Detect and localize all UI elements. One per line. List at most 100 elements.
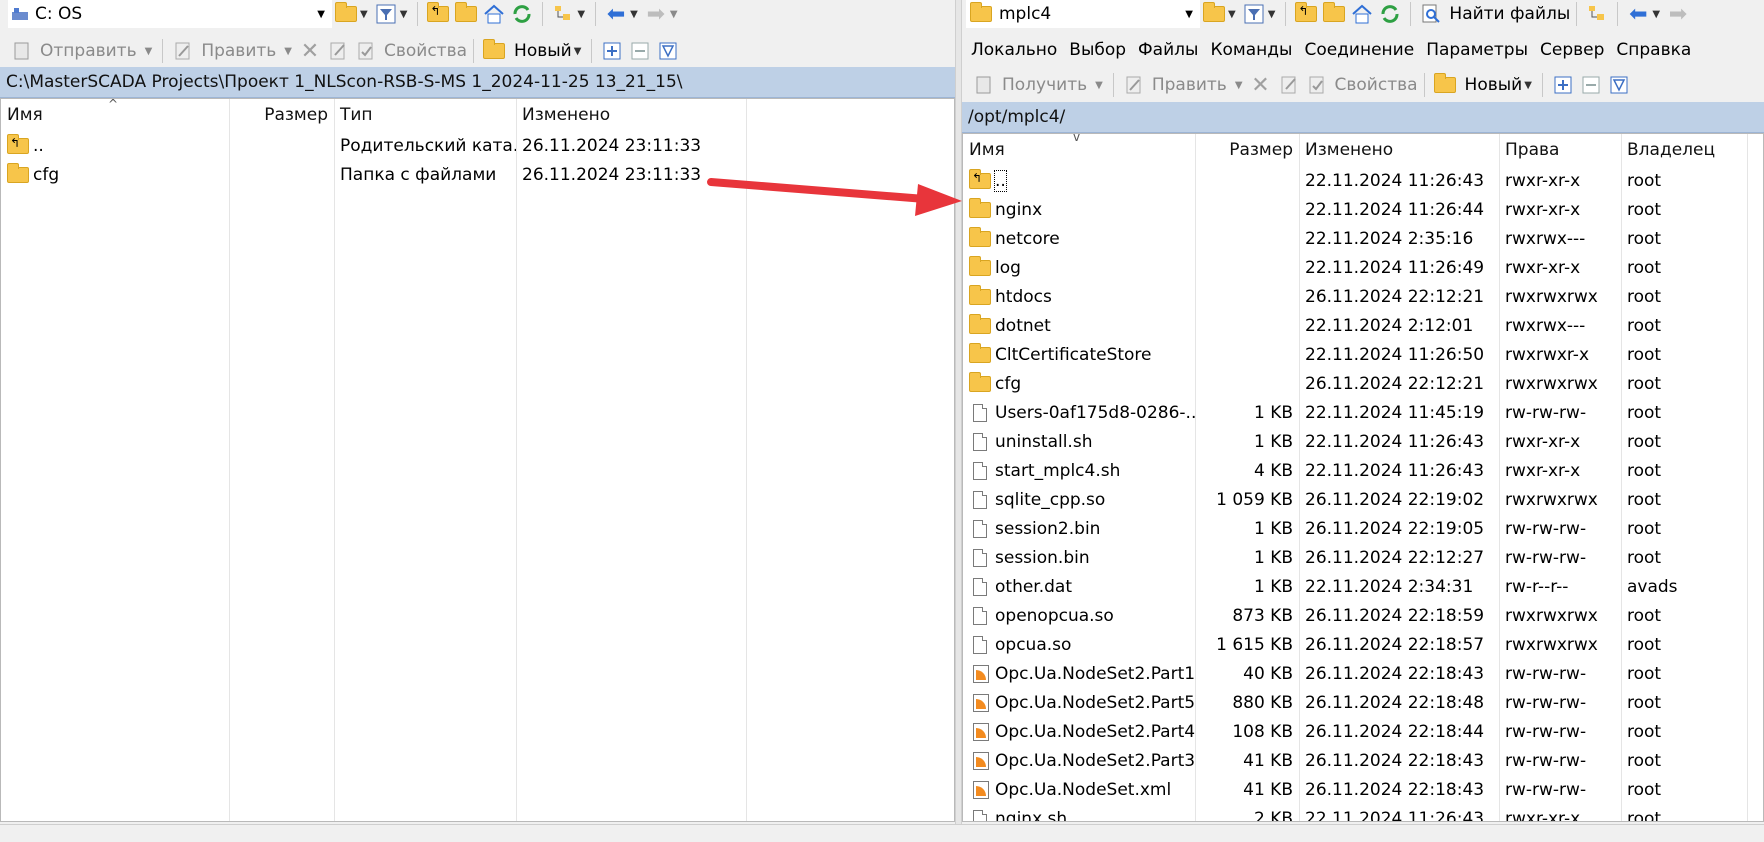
local-file-list[interactable]: Имя Размер Тип Изменено ^ .. Родительский… bbox=[0, 98, 955, 822]
refresh-icon[interactable] bbox=[510, 2, 534, 26]
new-button[interactable]: Новый bbox=[514, 41, 572, 61]
table-row[interactable]: session2.bin 1 KB 26.11.2024 22:19:05 rw-rw… bbox=[963, 514, 1763, 543]
select-plus-icon[interactable] bbox=[600, 39, 624, 63]
menu-options[interactable]: Параметры bbox=[1426, 40, 1528, 60]
root-directory-icon[interactable] bbox=[1322, 2, 1346, 26]
remote-file-list[interactable]: Имя Размер Изменено Права Владелец v .. 2… bbox=[962, 133, 1764, 822]
local-drive-select[interactable]: C: OS ▼ bbox=[8, 0, 332, 28]
column-header-owner[interactable]: Владелец bbox=[1621, 134, 1747, 166]
table-row[interactable]: Opc.Ua.NodeSet2.Part5... 880 KB 26.11.2024… bbox=[963, 688, 1763, 717]
menu-local[interactable]: Локально bbox=[971, 40, 1057, 60]
edit-button[interactable]: Править bbox=[201, 41, 276, 61]
file-rights-text: rw-rw-rw- bbox=[1505, 663, 1587, 684]
properties-button[interactable]: Свойства bbox=[1335, 75, 1418, 95]
chevron-down-icon[interactable]: ▼ bbox=[1652, 9, 1660, 20]
parent-directory-icon[interactable] bbox=[426, 2, 450, 26]
rename-icon[interactable] bbox=[326, 39, 350, 63]
table-row[interactable]: htdocs 26.11.2024 22:12:21 rwxrwxrwx root bbox=[963, 282, 1763, 311]
chevron-down-icon[interactable]: ▼ bbox=[574, 46, 582, 57]
select-minus-icon[interactable] bbox=[1579, 73, 1603, 97]
table-row[interactable]: nginx.sh 2 KB 22.11.2024 11:26:43 rwxr-xr-x… bbox=[963, 804, 1763, 821]
table-row[interactable]: dotnet 22.11.2024 2:12:01 rwxrwx--- root bbox=[963, 311, 1763, 340]
parent-directory-icon[interactable] bbox=[1294, 2, 1318, 26]
menu-files[interactable]: Файлы bbox=[1138, 40, 1198, 60]
forward-arrow-icon[interactable]: ➡ bbox=[1666, 2, 1690, 27]
table-row[interactable]: other.dat 1 KB 22.11.2024 2:34:31 rw-r--r--… bbox=[963, 572, 1763, 601]
table-row[interactable]: opcua.so 1 615 KB 26.11.2024 22:18:57 rwxrw… bbox=[963, 630, 1763, 659]
root-directory-icon[interactable] bbox=[454, 2, 478, 26]
menu-server[interactable]: Сервер bbox=[1540, 40, 1604, 60]
find-files-button[interactable]: Найти файлы bbox=[1449, 4, 1570, 24]
panel-splitter[interactable] bbox=[955, 0, 962, 841]
column-header-rights[interactable]: Права bbox=[1499, 134, 1621, 166]
select-minus-icon[interactable] bbox=[628, 39, 652, 63]
table-row[interactable]: cfg 26.11.2024 22:12:21 rwxrwxrwx root bbox=[963, 369, 1763, 398]
chevron-down-icon[interactable]: ▼ bbox=[670, 9, 678, 20]
table-row[interactable]: CltCertificateStore 22.11.2024 11:26:50 rw… bbox=[963, 340, 1763, 369]
delete-icon[interactable]: ✕ bbox=[1249, 73, 1273, 98]
chevron-down-icon[interactable]: ▼ bbox=[400, 9, 408, 20]
table-row[interactable]: openopcua.so 873 KB 26.11.2024 22:18:59 rwx… bbox=[963, 601, 1763, 630]
download-button[interactable]: Получить bbox=[1002, 75, 1087, 95]
file-modified-text: 26.11.2024 22:19:05 bbox=[1305, 518, 1485, 539]
chevron-down-icon[interactable]: ▼ bbox=[145, 46, 153, 57]
delete-icon[interactable]: ✕ bbox=[298, 39, 322, 64]
menu-session[interactable]: Соединение bbox=[1304, 40, 1414, 60]
menu-commands[interactable]: Команды bbox=[1210, 40, 1292, 60]
home-icon[interactable] bbox=[482, 2, 506, 26]
table-row[interactable]: Opc.Ua.NodeSet2.Part1... 40 KB 26.11.2024 … bbox=[963, 659, 1763, 688]
table-row[interactable]: netcore 22.11.2024 2:35:16 rwxrwx--- root bbox=[963, 224, 1763, 253]
refresh-icon[interactable] bbox=[1378, 2, 1402, 26]
chevron-down-icon[interactable]: ▼ bbox=[1524, 80, 1532, 91]
column-header-type[interactable]: Тип bbox=[334, 99, 516, 131]
table-row[interactable]: .. Родительский ката... 26.11.2024 23:11:3… bbox=[1, 131, 954, 160]
table-row[interactable]: Users-0af175d8-0286-... 1 KB 22.11.2024 11… bbox=[963, 398, 1763, 427]
chevron-down-icon[interactable]: ▼ bbox=[284, 46, 292, 57]
rename-icon[interactable] bbox=[1277, 73, 1301, 97]
table-row[interactable]: .. 22.11.2024 11:26:43 rwxr-xr-x root bbox=[963, 166, 1763, 195]
new-button[interactable]: Новый bbox=[1465, 75, 1523, 95]
chevron-down-icon[interactable]: ▼ bbox=[577, 9, 585, 20]
chevron-down-icon[interactable]: ▼ bbox=[630, 9, 638, 20]
table-row[interactable]: Opc.Ua.NodeSet2.Part3... 41 KB 26.11.2024 … bbox=[963, 746, 1763, 775]
tree-view-icon[interactable] bbox=[551, 2, 575, 26]
table-row[interactable]: Opc.Ua.NodeSet2.Part4... 108 KB 26.11.2024… bbox=[963, 717, 1763, 746]
chevron-down-icon[interactable]: ▼ bbox=[1095, 80, 1103, 91]
open-folder-icon[interactable] bbox=[1202, 2, 1226, 26]
select-filter-icon[interactable] bbox=[1607, 73, 1631, 97]
table-row[interactable]: nginx 22.11.2024 11:26:44 rwxr-xr-x root bbox=[963, 195, 1763, 224]
table-row[interactable]: Opc.Ua.NodeSet.xml 41 KB 26.11.2024 22:18:… bbox=[963, 775, 1763, 804]
table-row[interactable]: sqlite_cpp.so 1 059 KB 26.11.2024 22:19:02… bbox=[963, 485, 1763, 514]
chevron-down-icon[interactable]: ▼ bbox=[1235, 80, 1243, 91]
home-icon[interactable] bbox=[1350, 2, 1374, 26]
menu-help[interactable]: Справка bbox=[1616, 40, 1691, 60]
chevron-down-icon[interactable]: ▼ bbox=[360, 9, 368, 20]
upload-button[interactable]: Отправить bbox=[40, 41, 137, 61]
chevron-down-icon[interactable]: ▼ bbox=[1228, 9, 1236, 20]
remote-directory-select[interactable]: mplc4 ▼ bbox=[966, 0, 1200, 28]
tree-view-icon[interactable] bbox=[1585, 2, 1609, 26]
table-row[interactable]: start_mplc4.sh 4 KB 22.11.2024 11:26:43 rwx… bbox=[963, 456, 1763, 485]
column-header-size[interactable]: Размер bbox=[1195, 134, 1299, 166]
open-folder-icon[interactable] bbox=[334, 2, 358, 26]
properties-button[interactable]: Свойства bbox=[384, 41, 467, 61]
table-row[interactable]: session.bin 1 KB 26.11.2024 22:12:27 rw-rw-… bbox=[963, 543, 1763, 572]
file-rights: rwxrwxrwx bbox=[1499, 485, 1621, 514]
column-header-modified[interactable]: Изменено bbox=[516, 99, 746, 131]
select-plus-icon[interactable] bbox=[1551, 73, 1575, 97]
filter-icon[interactable] bbox=[1242, 2, 1266, 26]
table-row[interactable]: uninstall.sh 1 KB 22.11.2024 11:26:43 rwxr-… bbox=[963, 427, 1763, 456]
table-row[interactable]: cfg Папка с файлами 26.11.2024 23:11:33 bbox=[1, 160, 954, 189]
select-filter-icon[interactable] bbox=[656, 39, 680, 63]
edit-button[interactable]: Править bbox=[1152, 75, 1227, 95]
menu-select[interactable]: Выбор bbox=[1069, 40, 1126, 60]
back-arrow-icon[interactable]: ⬅ bbox=[604, 2, 628, 27]
back-arrow-icon[interactable]: ⬅ bbox=[1626, 2, 1650, 27]
remote-path-bar: /opt/mplc4/ bbox=[962, 102, 1764, 133]
forward-arrow-icon[interactable]: ➡ bbox=[644, 2, 668, 27]
filter-icon[interactable] bbox=[374, 2, 398, 26]
column-header-modified[interactable]: Изменено bbox=[1299, 134, 1499, 166]
column-header-size[interactable]: Размер bbox=[229, 99, 334, 131]
table-row[interactable]: log 22.11.2024 11:26:49 rwxr-xr-x root bbox=[963, 253, 1763, 282]
chevron-down-icon[interactable]: ▼ bbox=[1268, 9, 1276, 20]
